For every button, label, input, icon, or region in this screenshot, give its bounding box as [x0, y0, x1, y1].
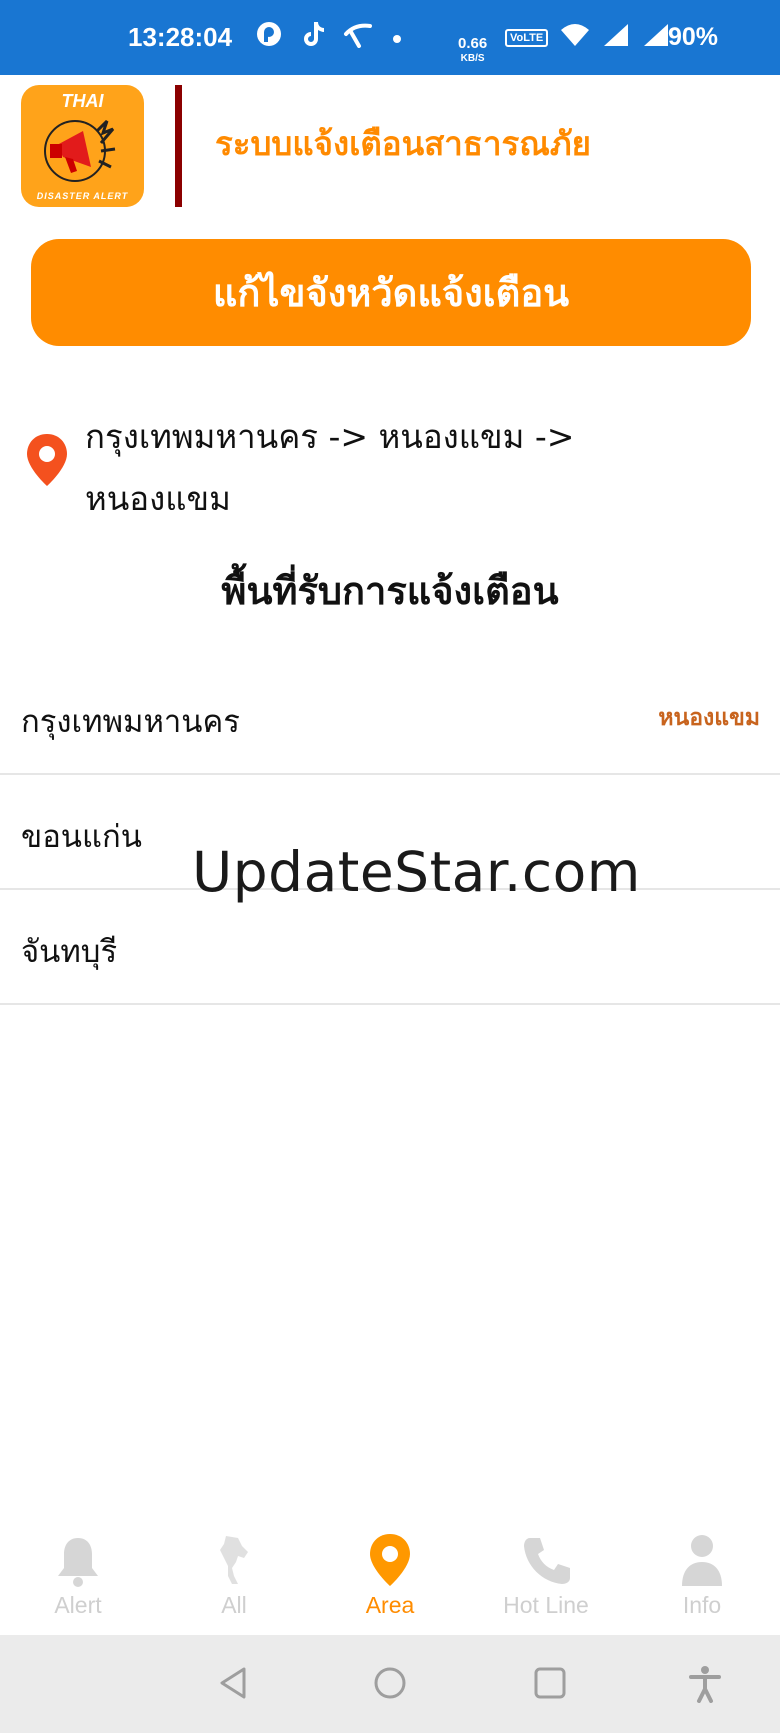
app-header: THAI DISASTER ALERT ระบบแจ้งเตือนสาธารณภ… [0, 75, 780, 215]
thailand-map-icon [220, 1536, 248, 1584]
province-district: หนองแขม [658, 705, 760, 731]
signal-2-icon [642, 22, 670, 54]
battery-level: 90% [668, 23, 719, 51]
status-time: 13:28:04 [128, 22, 233, 52]
location-pin-icon [370, 1534, 410, 1586]
app-notification-icon [255, 20, 283, 55]
connectivity-icons: VoLTE [505, 22, 670, 54]
province-name: จันทบุรี [21, 934, 118, 970]
phone-icon [524, 1538, 570, 1584]
recents-icon[interactable] [532, 1665, 566, 1705]
status-bar: 13:28:04 0.66 KB/S VoLTE 90% [0, 0, 780, 75]
nav-label: Hot Line [503, 1592, 589, 1618]
nav-label: Area [365, 1592, 415, 1618]
dtac-icon [343, 20, 373, 55]
volte-icon: VoLTE [505, 28, 549, 47]
province-row[interactable]: กรุงเทพมหานคร หนองแขม [0, 660, 780, 775]
system-navigation-bar [0, 1635, 780, 1733]
nav-area[interactable]: Area [312, 1520, 468, 1635]
nav-all[interactable]: All [156, 1520, 312, 1635]
wifi-icon [560, 22, 590, 54]
megaphone-icon [44, 119, 116, 182]
home-icon[interactable] [372, 1665, 408, 1705]
province-list: กรุงเทพมหานคร หนองแขม ขอนแก่น จันทบุรี [0, 660, 780, 1005]
notification-icons [255, 20, 403, 55]
bottom-navigation: Alert All Area Hot Line Info [0, 1520, 780, 1635]
nav-label: Alert [54, 1592, 102, 1618]
logo-top-text: THAI [61, 91, 104, 111]
back-icon[interactable] [216, 1665, 250, 1705]
logo-bottom-text: DISASTER ALERT [36, 191, 129, 201]
person-icon [682, 1535, 722, 1586]
nav-label: Info [682, 1592, 722, 1618]
nav-hotline[interactable]: Hot Line [468, 1520, 624, 1635]
nav-alert[interactable]: Alert [0, 1520, 156, 1635]
nav-info[interactable]: Info [624, 1520, 780, 1635]
nav-label: All [221, 1592, 247, 1618]
location-pin-icon [27, 434, 67, 486]
header-divider [175, 85, 182, 207]
province-name: ขอนแก่น [21, 819, 142, 855]
province-row[interactable]: จันทบุรี [0, 890, 780, 1005]
app-logo: THAI DISASTER ALERT [21, 85, 144, 207]
tiktok-icon [301, 20, 325, 55]
accessibility-icon[interactable] [688, 1665, 722, 1707]
dot-icon [391, 24, 403, 52]
alert-areas-title: พื้นที่รับการแจ้งเตือน [221, 569, 559, 613]
edit-alert-provinces-button[interactable]: แก้ไขจังหวัดแจ้งเตือน [31, 239, 751, 346]
bell-icon [58, 1538, 98, 1587]
watermark: UpdateStar.com [192, 840, 641, 904]
signal-icon [602, 22, 630, 54]
location-path-text: กรุงเทพมหานคร -> หนองแขม -> หนองแขม [85, 417, 575, 518]
network-speed: 0.66 KB/S [458, 35, 488, 64]
province-name: กรุงเทพมหานคร [21, 704, 240, 740]
app-title: ระบบแจ้งเตือนสาธารณภัย [215, 124, 591, 163]
